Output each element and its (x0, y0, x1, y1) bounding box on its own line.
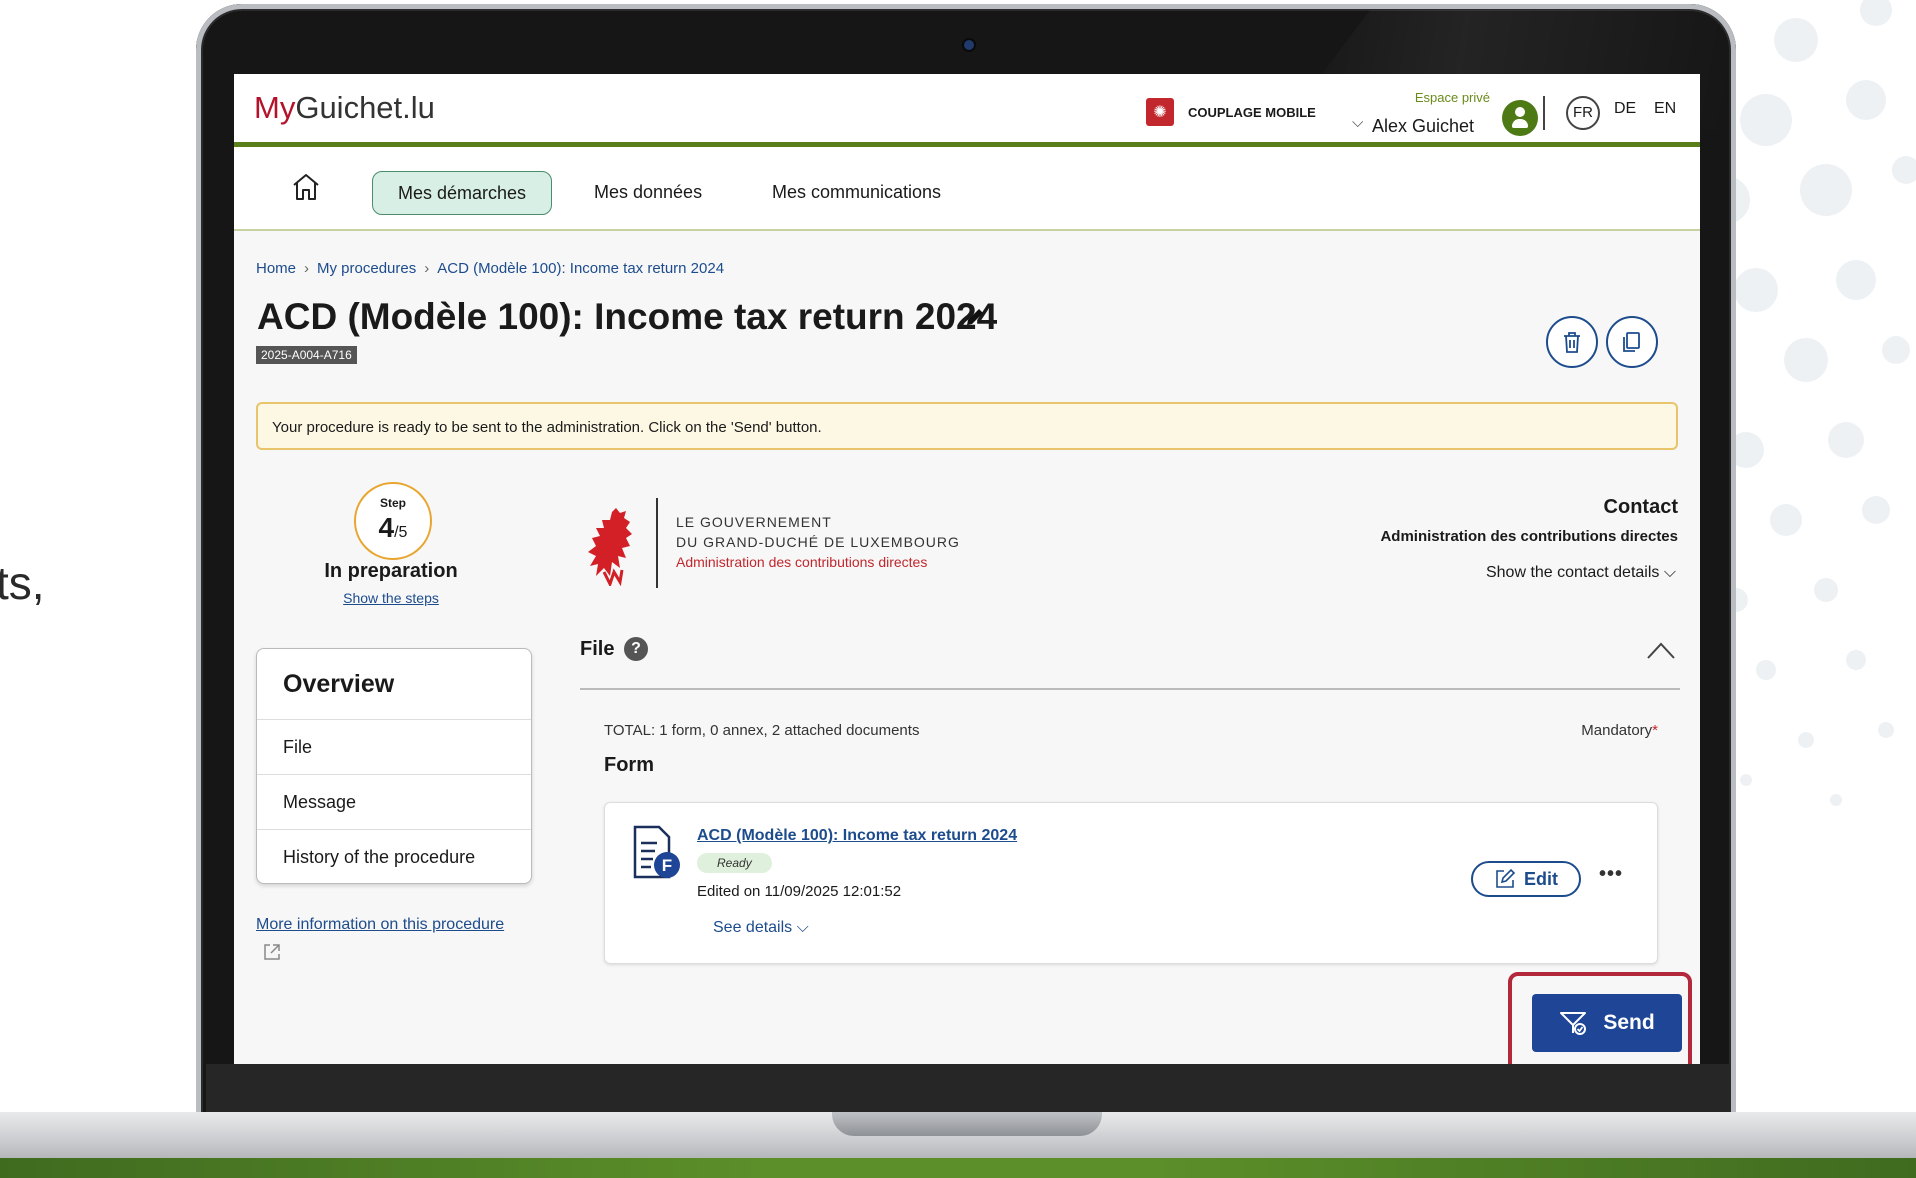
external-link-icon[interactable] (262, 942, 282, 962)
show-contact-details-label: Show the contact details (1485, 564, 1660, 581)
edit-icon (1496, 868, 1516, 888)
site-header: MyGuichet.lu ✺ COUPLAGE MOBILE ⌵ Espace … (234, 74, 1700, 142)
file-divider (580, 688, 1680, 690)
gov-line-3: Administration des contributions directe… (676, 554, 928, 570)
logo-rest: Guichet.lu (295, 90, 435, 125)
browser-screen: MyGuichet.lu ✺ COUPLAGE MOBILE ⌵ Espace … (234, 74, 1700, 1064)
overview-panel: Overview File Message History of the pro… (256, 648, 532, 884)
pencil-icon[interactable] (964, 306, 986, 328)
chevron-down-icon: ⌵ (792, 919, 809, 936)
show-steps-link[interactable]: Show the steps (294, 590, 488, 606)
copy-icon (1623, 332, 1640, 352)
luxembourg-lion-logo (588, 508, 632, 586)
breadcrumb: Home › My procedures › ACD (Modèle 100):… (256, 260, 724, 277)
mandatory-text: Mandatory (1581, 722, 1653, 739)
contact-title: Contact (1603, 496, 1678, 518)
coupling-mobile-icon: ✺ (1146, 98, 1174, 126)
gov-logo-divider (656, 498, 658, 588)
form-name-link[interactable]: ACD (Modèle 100): Income tax return 2024 (697, 827, 1017, 845)
overview-item-file[interactable]: File (257, 720, 531, 775)
chevron-right-icon: › (304, 260, 310, 277)
language-de[interactable]: DE (1614, 100, 1636, 118)
file-section-title: File (580, 638, 615, 660)
gov-line-1: LE GOUVERNEMENT (676, 514, 832, 530)
edit-form-label: Edit (1524, 868, 1558, 889)
show-contact-details[interactable]: Show the contact details ⌵ (1486, 564, 1676, 582)
site-logo[interactable]: MyGuichet.lu (254, 90, 435, 126)
breadcrumb-my-procedures[interactable]: My procedures (317, 260, 416, 277)
breadcrumb-home[interactable]: Home (256, 260, 296, 277)
send-button[interactable]: Send (1532, 994, 1682, 1052)
overview-title: Overview (257, 649, 531, 720)
required-mark: * (1652, 722, 1658, 739)
language-fr[interactable]: FR (1566, 96, 1600, 130)
chevron-down-icon: ⌵ (1352, 114, 1364, 131)
form-heading: Form (604, 754, 654, 776)
step-number: 4/5 (356, 512, 430, 544)
home-icon[interactable] (290, 171, 322, 203)
language-en[interactable]: EN (1654, 100, 1676, 118)
main-nav: Mes démarches Mes données Mes communicat… (234, 147, 1700, 231)
screen-bezel-bottom (206, 1064, 1730, 1112)
step-label: Step (379, 496, 406, 510)
more-options-button[interactable]: ••• (1599, 863, 1623, 886)
coupling-mobile-button[interactable]: ✺ COUPLAGE MOBILE (1146, 98, 1316, 126)
chevron-right-icon: › (424, 260, 430, 277)
background-partial-text: ts, (0, 557, 45, 609)
help-icon[interactable]: ? (624, 637, 648, 661)
edit-form-button[interactable]: Edit (1471, 861, 1581, 897)
gov-line-2: DU GRAND-DUCHÉ DE LUXEMBOURG (676, 534, 960, 550)
svg-text:F: F (662, 856, 672, 875)
form-card: F ACD (Modèle 100): Income tax return 20… (604, 802, 1658, 964)
form-document-icon: F (633, 825, 680, 879)
step-current: 4 (378, 512, 395, 543)
camera-icon (964, 40, 974, 50)
private-space-label: Espace privé (1414, 90, 1490, 105)
chevron-down-icon: ⌵ (1663, 564, 1676, 581)
step-total: /5 (394, 524, 408, 541)
contact-organisation: Administration des contributions directe… (1380, 528, 1678, 545)
user-menu[interactable]: ⌵ Espace privé Alex Guichet (1344, 86, 1564, 136)
mandatory-label: Mandatory* (1581, 722, 1658, 739)
nav-mes-donnees[interactable]: Mes données (594, 171, 702, 213)
laptop-notch (832, 1112, 1102, 1136)
file-total: TOTAL: 1 form, 0 annex, 2 attached docum… (604, 722, 920, 739)
trash-icon (1564, 332, 1580, 353)
send-icon (1560, 1012, 1587, 1035)
overview-item-history[interactable]: History of the procedure (257, 830, 531, 883)
status-badge: Ready (697, 853, 772, 873)
breadcrumb-current[interactable]: ACD (Modèle 100): Income tax return 2024 (437, 260, 724, 277)
logo-prefix: My (254, 90, 296, 125)
step-status: In preparation (324, 560, 458, 582)
nav-mes-demarches[interactable]: Mes démarches (372, 171, 552, 215)
procedure-reference: 2025-A004-A716 (256, 346, 357, 364)
step-indicator: Step 4/5 (354, 482, 432, 560)
see-details-link[interactable]: See details ⌵ (713, 919, 809, 937)
chevron-up-icon[interactable] (1646, 640, 1676, 660)
form-edited-date: Edited on 11/09/2025 12:01:52 (697, 883, 902, 900)
delete-button[interactable] (1546, 316, 1598, 368)
avatar (1502, 100, 1538, 136)
more-info-link[interactable]: More information on this procedure (256, 916, 504, 934)
laptop-base-edge (0, 1158, 1916, 1178)
overview-item-message[interactable]: Message (257, 775, 531, 830)
ready-alert: Your procedure is ready to be sent to th… (256, 402, 1678, 450)
page-title: ACD (Modèle 100): Income tax return 2024 (257, 296, 998, 337)
see-details-label: See details (713, 919, 793, 936)
send-label: Send (1603, 1011, 1655, 1034)
coupling-mobile-label: COUPLAGE MOBILE (1188, 104, 1316, 120)
header-divider (1543, 96, 1545, 130)
nav-mes-communications[interactable]: Mes communications (772, 171, 941, 213)
user-name: Alex Guichet (1372, 116, 1475, 136)
duplicate-button[interactable] (1606, 316, 1658, 368)
